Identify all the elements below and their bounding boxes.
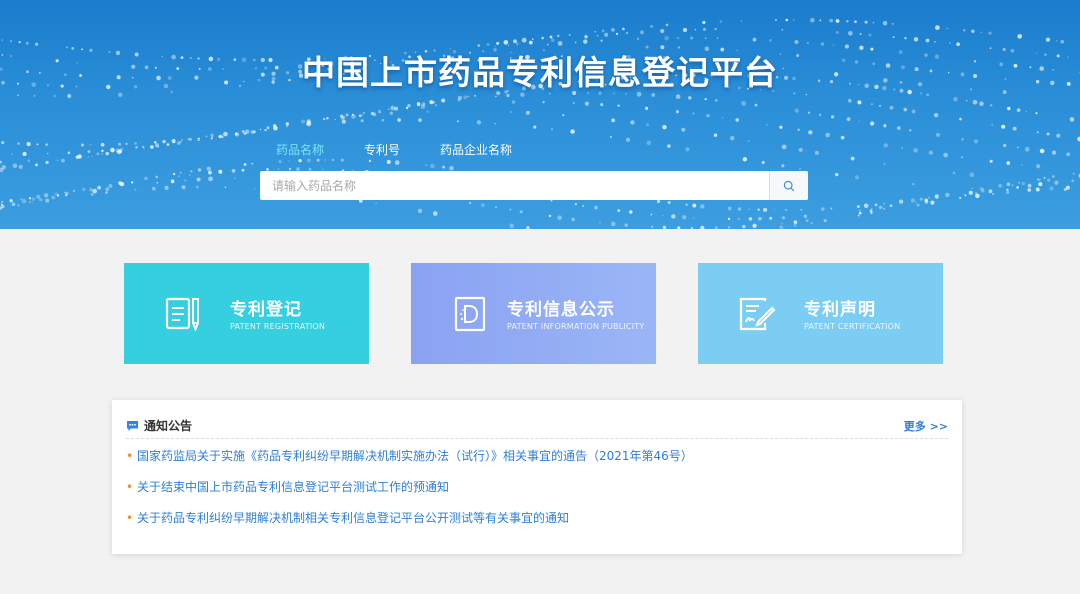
search-input[interactable] bbox=[260, 171, 769, 200]
search-tabs: 药品名称 专利号 药品企业名称 bbox=[276, 141, 552, 161]
chat-bubble-icon bbox=[127, 420, 138, 431]
notice-item[interactable]: • 关于结束中国上市药品专利信息登记平台测试工作的预通知 bbox=[126, 479, 948, 510]
notice-item-text: 国家药监局关于实施《药品专利纠纷早期解决机制实施办法（试行）》相关事宜的通告（2… bbox=[137, 449, 693, 463]
notice-item[interactable]: • 关于药品专利纠纷早期解决机制相关专利信息登记平台公开测试等有关事宜的通知 bbox=[126, 510, 948, 541]
notice-header: 通知公告 更多 >> bbox=[126, 417, 948, 439]
card-title: 专利信息公示 bbox=[507, 300, 615, 320]
card-title: 专利声明 bbox=[804, 300, 876, 320]
document-pen-icon bbox=[165, 297, 199, 332]
notice-item-text: 关于药品专利纠纷早期解决机制相关专利信息登记平台公开测试等有关事宜的通知 bbox=[137, 511, 570, 525]
bullet-icon: • bbox=[126, 449, 134, 463]
more-link[interactable]: 更多 >> bbox=[904, 418, 948, 434]
tab-drug-name[interactable]: 药品名称 bbox=[276, 141, 324, 161]
publicity-icon bbox=[454, 296, 486, 332]
signature-icon bbox=[739, 297, 776, 331]
card-subtitle: PATENT CERTIFICATION bbox=[804, 322, 901, 331]
search-icon bbox=[783, 180, 795, 191]
notice-item-text: 关于结束中国上市药品专利信息登记平台测试工作的预通知 bbox=[137, 480, 450, 494]
notice-item[interactable]: • 国家药监局关于实施《药品专利纠纷早期解决机制实施办法（试行）》相关事宜的通告… bbox=[126, 448, 948, 479]
bullet-icon: • bbox=[126, 480, 134, 494]
search-button[interactable] bbox=[769, 171, 808, 200]
tab-patent-number[interactable]: 专利号 bbox=[364, 141, 400, 161]
bullet-icon: • bbox=[126, 511, 134, 525]
card-patent-registration[interactable]: 专利登记 PATENT REGISTRATION bbox=[124, 263, 369, 364]
notice-panel: 通知公告 更多 >> • 国家药监局关于实施《药品专利纠纷早期解决机制实施办法（… bbox=[112, 400, 962, 554]
card-subtitle: PATENT INFORMATION PUBLICITY bbox=[507, 322, 645, 331]
tab-drug-company[interactable]: 药品企业名称 bbox=[440, 141, 512, 161]
card-subtitle: PATENT REGISTRATION bbox=[230, 322, 326, 331]
card-patent-publicity[interactable]: 专利信息公示 PATENT INFORMATION PUBLICITY bbox=[411, 263, 656, 364]
card-title: 专利登记 bbox=[230, 300, 302, 320]
site-title: 中国上市药品专利信息登记平台 bbox=[302, 53, 778, 92]
notice-title: 通知公告 bbox=[144, 419, 193, 433]
card-patent-certification[interactable]: 专利声明 PATENT CERTIFICATION bbox=[698, 263, 943, 364]
header-banner: 中国上市药品专利信息登记平台 药品名称 专利号 药品企业名称 bbox=[0, 0, 1080, 229]
search-box bbox=[260, 171, 808, 200]
notice-title-wrap: 通知公告 bbox=[126, 417, 192, 434]
notice-list: • 国家药监局关于实施《药品专利纠纷早期解决机制实施办法（试行）》相关事宜的通告… bbox=[126, 448, 948, 541]
